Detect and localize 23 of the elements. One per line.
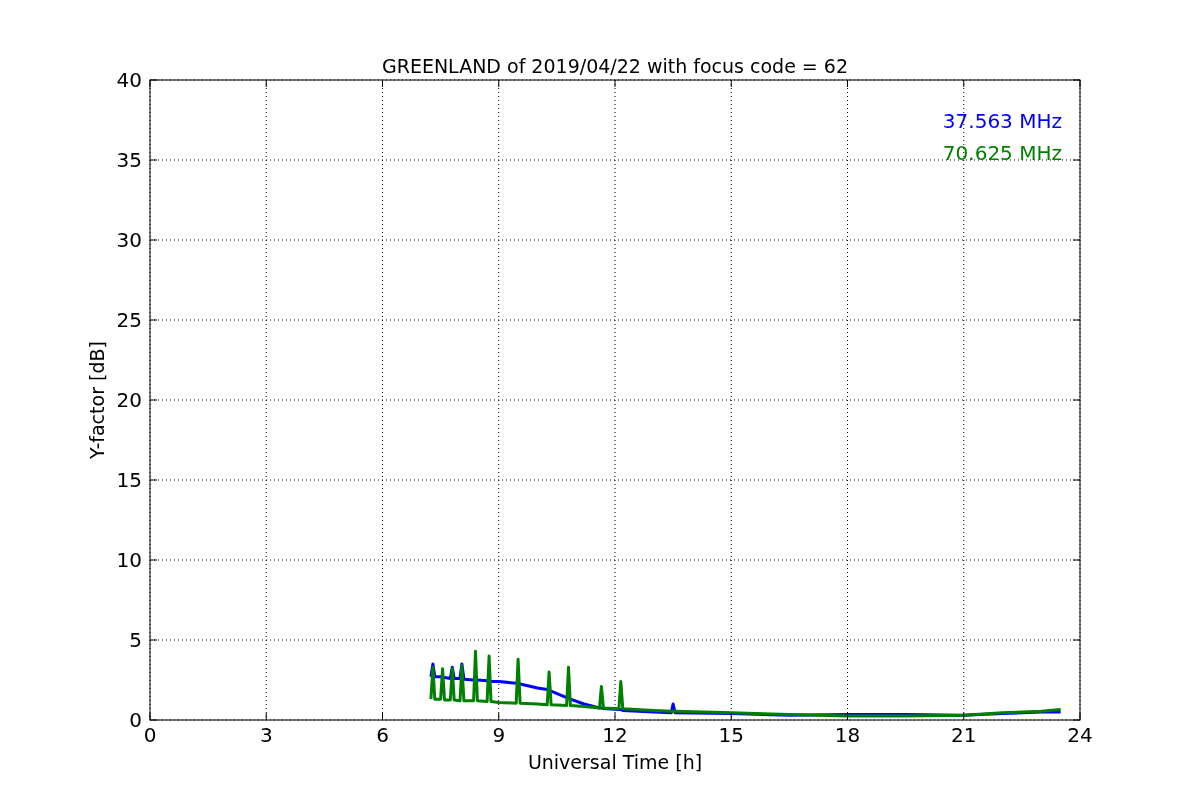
y-tick-label: 5 — [129, 628, 142, 652]
x-axis-label: Universal Time [h] — [527, 751, 703, 773]
x-tick-label: 15 — [718, 723, 744, 747]
x-tick-label: 24 — [1067, 723, 1093, 747]
x-tick-label: 6 — [376, 723, 389, 747]
y-tick-label: 35 — [116, 148, 142, 172]
x-tick-label: 21 — [951, 723, 977, 747]
y-tick-label: 30 — [116, 228, 142, 252]
x-tick-label: 18 — [834, 723, 861, 747]
y-tick-label: 10 — [116, 548, 142, 572]
x-tick-label: 9 — [492, 723, 506, 747]
x-tick-label: 0 — [143, 723, 157, 747]
y-tick-label: 15 — [116, 468, 142, 492]
y-tick-label: 25 — [116, 308, 142, 332]
y-axis-label: Y-factor [dB] — [86, 341, 108, 459]
y-tick-label: 40 — [116, 68, 142, 92]
legend-label: 70.625 MHz — [942, 141, 1062, 165]
x-tick-label: 3 — [259, 723, 273, 747]
chart-title: GREENLAND of 2019/04/22 with focus code = 62 — [382, 55, 848, 77]
y-tick-label: 0 — [129, 708, 142, 732]
x-tick-label: 12 — [602, 723, 628, 747]
legend-label: 37.563 MHz — [942, 109, 1062, 133]
y-tick-label: 20 — [116, 388, 142, 412]
